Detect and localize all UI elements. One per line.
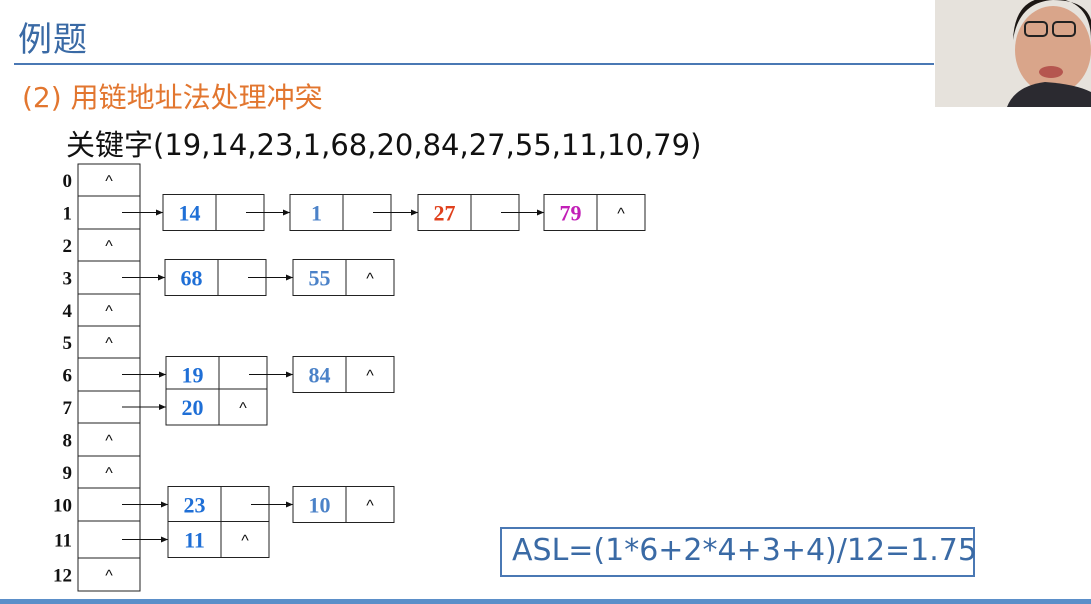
null-pointer: ^ [241,533,249,550]
node-key: 55 [309,266,331,291]
asl-formula-box: ASL=(1*6+2*4+3+4)/12=1.75 [500,527,977,577]
node-key: 20 [182,395,204,420]
table-slot: 2 ^ [63,228,141,262]
slot-index: 8 [63,431,73,452]
null-pointer: ^ [617,206,625,223]
chain-node: 20 ^ [165,388,268,426]
node-key: 79 [560,201,582,226]
slot-index: 7 [63,398,73,419]
slot-index: 9 [63,463,73,484]
hash-table: 0 ^12 ^34 ^5 ^678 ^9 ^101112 ^ [53,163,141,592]
null-pointer: ^ [105,238,113,255]
null-pointer: ^ [105,465,113,482]
slot-index: 0 [63,171,73,192]
node-key: 11 [184,528,205,553]
bottom-divider [0,599,1091,604]
table-slot: 8 ^ [63,422,141,457]
chain-node: 11 ^ [167,521,270,558]
slot-index: 2 [63,236,73,257]
null-pointer: ^ [105,568,113,585]
chain-node: 55 ^ [292,259,395,296]
node-key: 1 [311,201,322,226]
chains: 14 1 27 79 ^ 68 55 ^ 19 84 ^ 20 ^ 23 10 ^ 11 ^ [122,194,646,558]
slot-index: 12 [53,566,72,587]
slot-index: 11 [54,531,72,552]
node-key: 10 [309,493,331,518]
node-key: 23 [184,493,206,518]
slot-index: 10 [53,496,72,517]
null-pointer: ^ [366,271,374,288]
null-pointer: ^ [366,368,374,385]
null-pointer: ^ [105,303,113,320]
table-slot: 5 ^ [63,325,141,359]
chain-node: 84 ^ [292,356,395,393]
asl-formula: ASL=(1*6+2*4+3+4)/12=1.75 [512,533,977,568]
null-pointer: ^ [366,498,374,515]
hash-table-diagram: 0 ^12 ^34 ^5 ^678 ^9 ^101112 ^ 14 1 27 79 ^68 55 ^19 8… [53,163,646,592]
table-slot: 9 ^ [63,455,141,489]
slot-index: 1 [63,204,73,225]
null-pointer: ^ [105,173,113,190]
table-slot: 12 ^ [53,557,141,592]
slot-index: 3 [63,269,73,290]
chain-node: 10 ^ [292,486,395,523]
slot-index: 5 [63,333,73,354]
table-slot: 4 ^ [63,293,141,327]
null-pointer: ^ [239,400,247,417]
node-key: 68 [181,266,203,291]
node-key: 27 [434,201,456,226]
slot-index: 4 [63,301,73,322]
chain-node: 79 ^ [543,194,646,231]
null-pointer: ^ [105,433,113,450]
slot-index: 6 [63,366,73,387]
null-pointer: ^ [105,335,113,352]
node-key: 14 [179,201,201,226]
node-key: 84 [309,363,331,388]
node-key: 19 [182,363,204,388]
table-slot: 0 ^ [63,163,141,197]
